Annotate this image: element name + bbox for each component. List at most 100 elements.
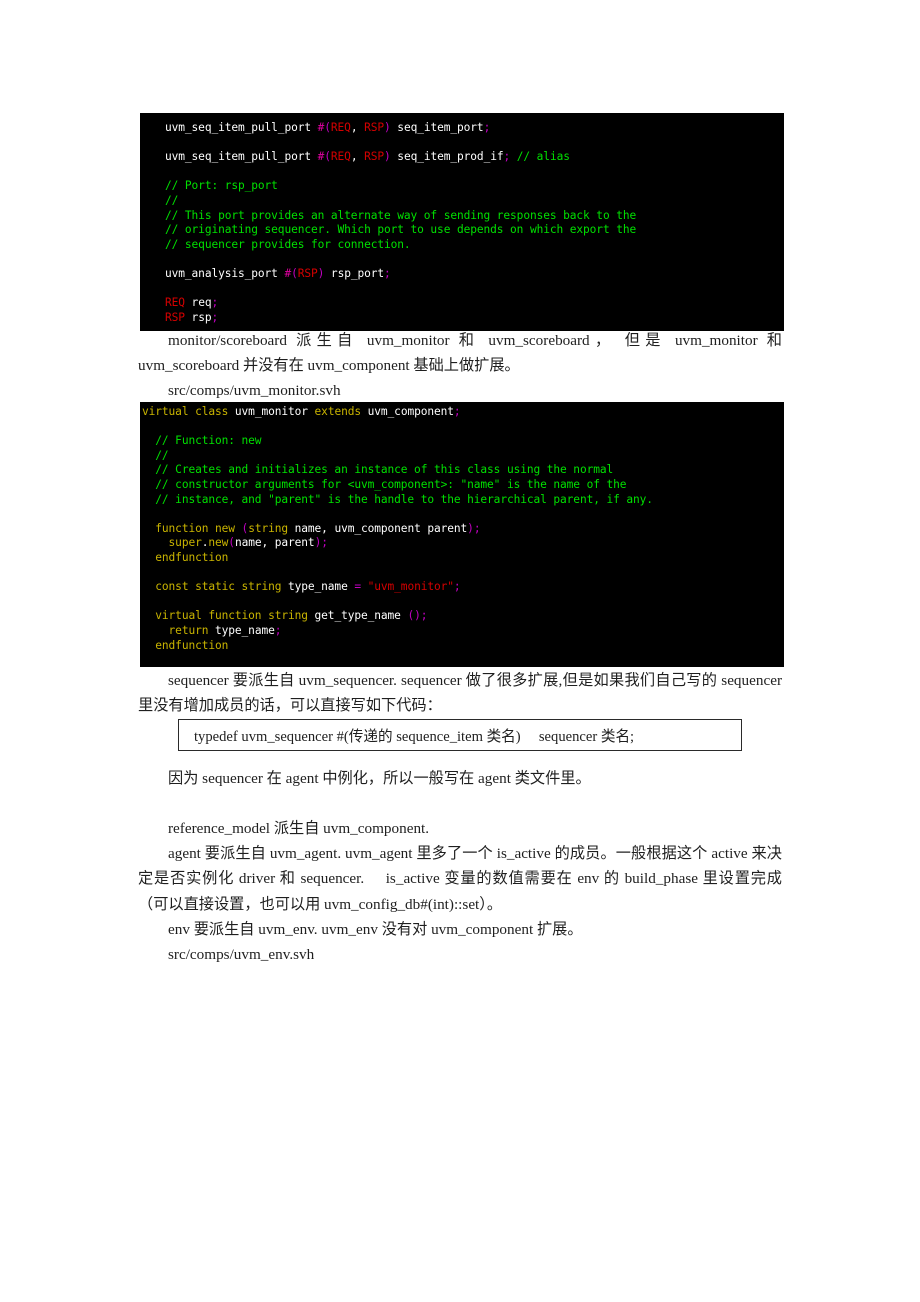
code-token: seq_item_prod_if (390, 150, 504, 164)
path-src-comps-uvm-env-text: src/comps/uvm_env.svh (168, 946, 315, 963)
code-line: // Port: rsp_port (140, 179, 784, 194)
code-line: // Function: new (140, 434, 784, 449)
paragraph-reference-model: reference_model 派生自 uvm_component. (138, 816, 782, 841)
code-token: endfunction (142, 550, 229, 564)
code-token: ) (467, 521, 474, 535)
code-token: ; (473, 521, 481, 535)
path-src-comps-uvm-monitor-text: src/comps/uvm_monitor.svh (168, 382, 341, 399)
code-token: // constructor arguments for <uvm_compon… (142, 477, 627, 491)
code-token: super (142, 536, 202, 550)
code-token: RSP (297, 266, 318, 280)
code-token: endfunction (142, 638, 229, 652)
paragraph-agent-description: agent 要派生自 uvm_agent. uvm_agent 里多了一个 is… (138, 841, 782, 917)
code-token: virtual function string (142, 609, 315, 623)
code-token: uvm_analysis_port (165, 266, 285, 280)
code-line: // constructor arguments for <uvm_compon… (140, 478, 784, 493)
code-token: virtual class (142, 405, 235, 418)
code-token: , (350, 121, 365, 134)
document-page: uvm_seq_item_pull_port #(REQ, RSP) seq_i… (0, 0, 920, 1302)
code-token: // originating sequencer. Which port to … (165, 223, 637, 237)
paragraph-monitor-scoreboard: monitor/scoreboard 派生自 uvm_monitor 和 uvm… (138, 328, 782, 379)
code-token: ; (483, 121, 491, 134)
path-src-comps-uvm-env: src/comps/uvm_env.svh (138, 942, 782, 967)
code-token: get_type_name (314, 609, 408, 623)
code-token: // instance, and "parent" is the handle … (142, 492, 653, 506)
code-token: name, parent (234, 536, 315, 550)
path-src-comps-uvm-monitor: src/comps/uvm_monitor.svh (138, 378, 782, 403)
code-line: super.new(name, parent); (140, 536, 784, 551)
code-line: function new (string name, uvm_component… (140, 522, 784, 537)
code-token: uvm_component (367, 405, 454, 418)
code-token: RSP (364, 150, 385, 164)
code-token: ; (384, 266, 391, 280)
code-line: const static string type_name = "uvm_mon… (140, 580, 784, 595)
paragraph-agent-description-text: agent 要派生自 uvm_agent. uvm_agent 里多了一个 is… (138, 845, 782, 913)
code-token: // (165, 193, 179, 207)
code-token: seq_item_port (390, 121, 484, 134)
code-token: // sequencer provides for connection. (165, 237, 411, 251)
typedef-code-text: typedef uvm_sequencer #(传递的 sequence_ite… (194, 728, 635, 745)
code-token: const static string (142, 580, 288, 594)
code-token: ; (274, 623, 282, 637)
code-token: // Function: new (142, 434, 262, 448)
code-token: RSP (165, 310, 185, 324)
code-line: RSP rsp; (140, 311, 784, 326)
code-token: REQ (165, 296, 185, 310)
code-token: name, uvm_component parent (294, 521, 468, 535)
code-line: uvm_seq_item_pull_port #(REQ, RSP) seq_i… (140, 121, 784, 136)
code-token: rsp_port (324, 266, 385, 280)
code-line: uvm_seq_item_pull_port #(REQ, RSP) seq_i… (140, 150, 784, 165)
code-token: ; (321, 536, 328, 550)
code-token: // Creates and initializes an instance o… (142, 463, 614, 477)
code-token: uvm_seq_item_pull_port (165, 150, 318, 164)
code-line: return type_name; (140, 624, 784, 639)
code-token: ( (228, 536, 235, 550)
code-token: type_name (215, 623, 275, 637)
code-line: endfunction (140, 551, 784, 566)
code-line: virtual class uvm_monitor extends uvm_co… (140, 405, 784, 420)
paragraph-env-description-text: env 要派生自 uvm_env. uvm_env 没有对 uvm_compon… (168, 921, 583, 938)
code-line: // This port provides an alternate way o… (140, 209, 784, 224)
code-line: // instance, and "parent" is the handle … (140, 493, 784, 508)
code-token: ( (291, 266, 298, 280)
code-token: string (248, 521, 295, 535)
code-block-uvm-driver-ports: uvm_seq_item_pull_port #(REQ, RSP) seq_i… (140, 113, 784, 331)
code-token: // (142, 448, 169, 462)
code-token: // Port: rsp_port (165, 179, 278, 193)
code-line: virtual function string get_type_name ()… (140, 609, 784, 624)
code-line: // (140, 194, 784, 209)
code-token: ; (211, 296, 219, 310)
paragraph-reference-model-text: reference_model 派生自 uvm_component. (168, 820, 430, 837)
code-token: ) (384, 121, 391, 134)
code-line: REQ req; (140, 296, 784, 311)
code-line: // originating sequencer. Which port to … (140, 223, 784, 238)
code-token: uvm_monitor (234, 405, 315, 418)
code-token: = (354, 580, 368, 594)
code-token: ( (324, 121, 331, 134)
code-token: , (350, 150, 365, 164)
code-line: // sequencer provides for connection. (140, 238, 784, 253)
code-token: req (184, 296, 212, 310)
code-token: ; (420, 609, 428, 623)
code-line: // Creates and initializes an instance o… (140, 463, 784, 478)
paragraph-sequencer-description: sequencer 要派生自 uvm_sequencer. sequencer … (138, 668, 782, 719)
code-block-uvm-monitor-svh: virtual class uvm_monitor extends uvm_co… (140, 402, 784, 667)
code-token: extends (314, 405, 368, 418)
code-line: uvm_analysis_port #(RSP) rsp_port; (140, 267, 784, 282)
code-token: () (407, 609, 421, 623)
code-token: new (208, 536, 229, 550)
code-token: "uvm_monitor" (367, 580, 454, 594)
code-token: uvm_seq_item_pull_port (165, 121, 318, 134)
code-token: rsp (184, 310, 212, 324)
code-token: ; (211, 310, 219, 324)
paragraph-agent-instantiation-text: 因为 sequencer 在 agent 中例化，所以一般写在 agent 类文… (168, 770, 591, 787)
code-token: // alias (510, 150, 570, 164)
code-token: type_name (287, 580, 355, 594)
